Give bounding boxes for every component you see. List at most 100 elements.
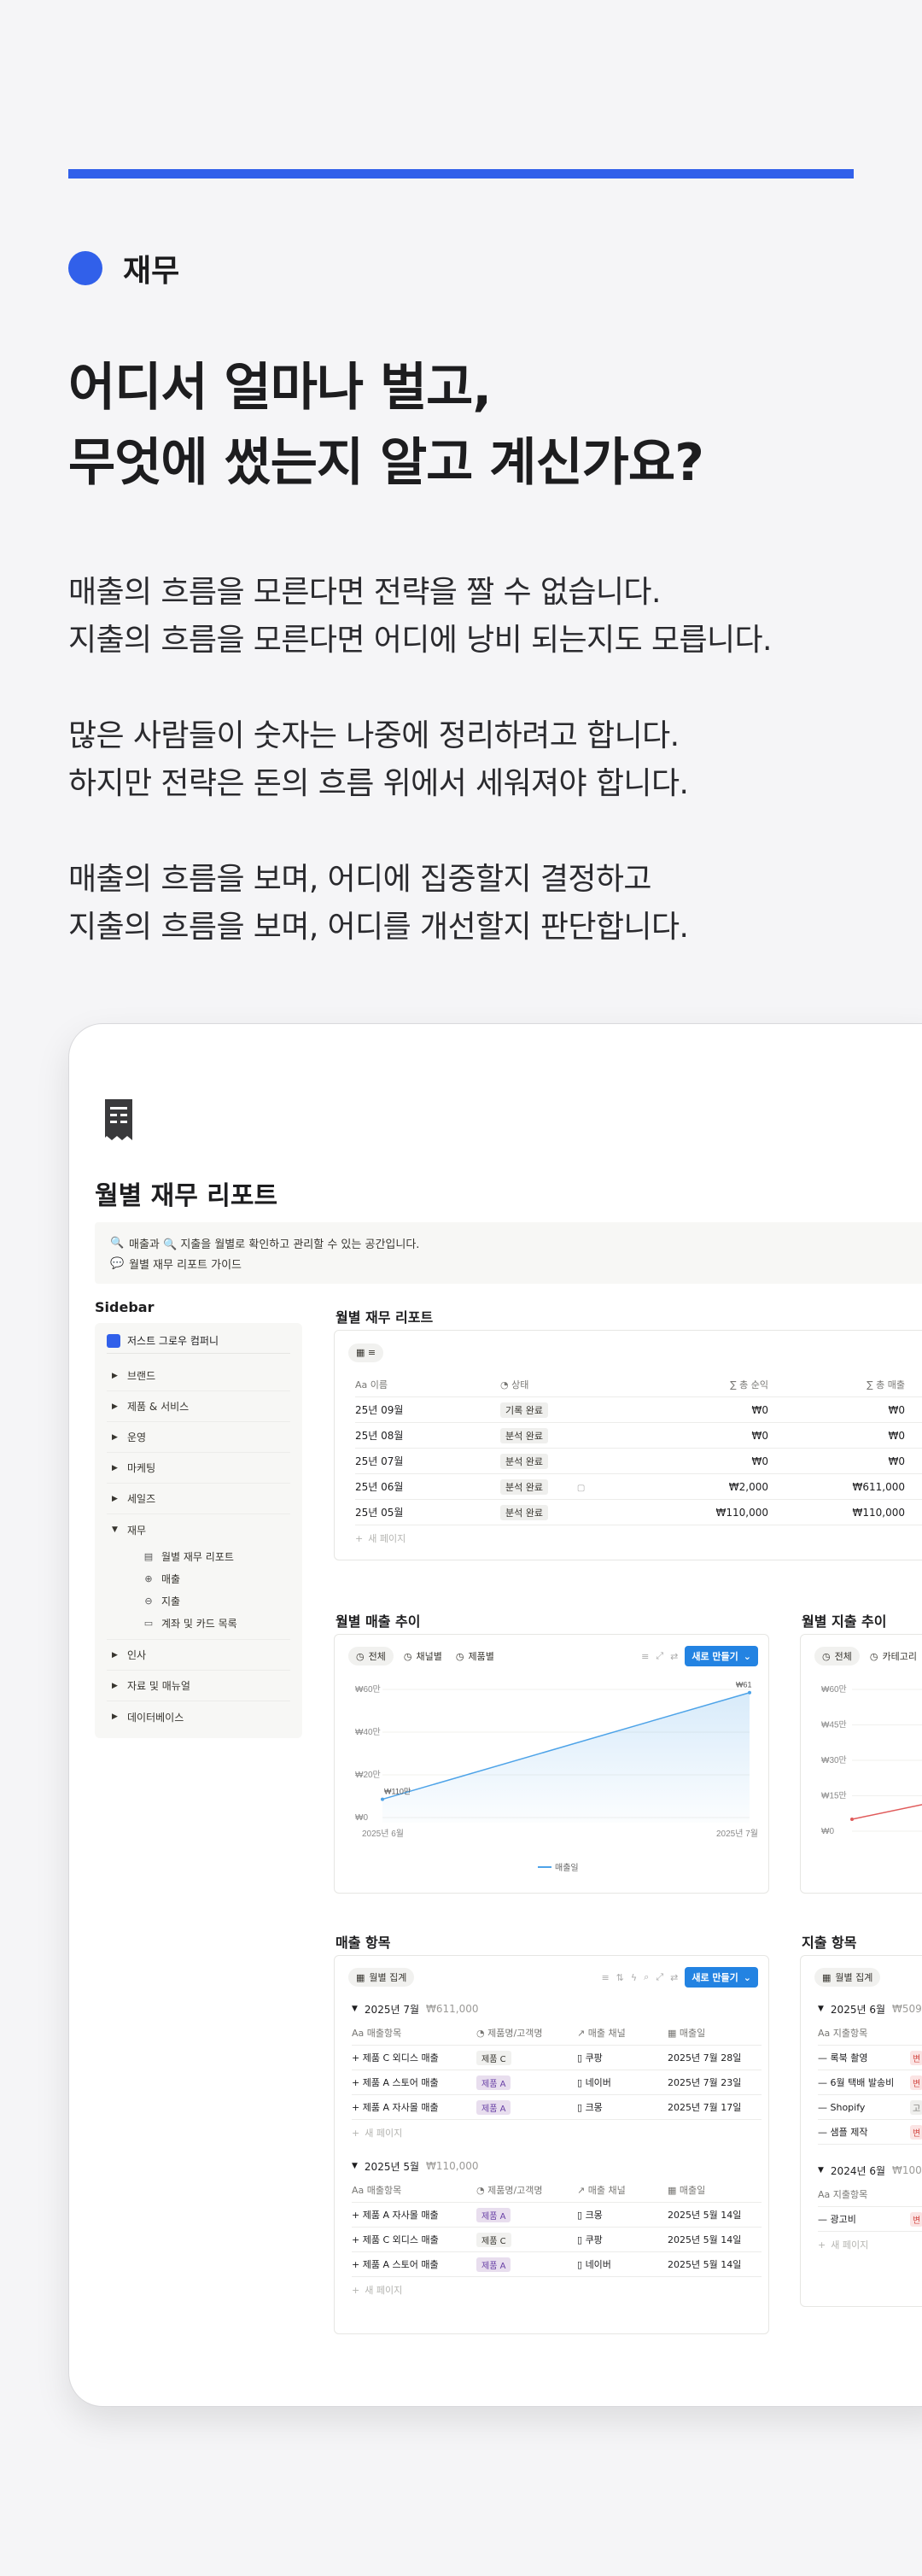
table-row[interactable]: 25년 09월 기록 완료 ₩0 ₩0	[355, 1397, 922, 1423]
tab-all[interactable]: ◷ 전체	[814, 1647, 860, 1666]
table-row[interactable]: + 제품 A 스토어 매출 제품 A ▯ 네이버 2025년 7월 23일	[352, 2070, 762, 2095]
group-header[interactable]: ▼ 2025년 6월 ₩509,0	[818, 1997, 922, 2021]
group-header[interactable]: ▼ 2024년 6월 ₩100,0	[818, 2158, 922, 2182]
filter-icon[interactable]: ≡	[641, 1651, 649, 1662]
view-monthly[interactable]: ▦ 월별 집계	[348, 1968, 415, 1987]
sidebar-item-sales[interactable]: ▶ 세일즈	[107, 1484, 290, 1514]
col-header-label: 매출 채널	[587, 2028, 626, 2039]
table-row[interactable]: — 광고비 변	[818, 2207, 922, 2232]
filter-icon[interactable]: ≡	[601, 1972, 609, 1983]
view-monthly[interactable]: ▦ 월별 집계	[814, 1968, 881, 1987]
tab-channel[interactable]: ◷ 채널별	[400, 1647, 446, 1666]
channel: 네이버	[585, 2259, 611, 2270]
paragraph-line: 많은 사람들이 숫자는 나중에 정리하려고 합니다.	[68, 718, 680, 753]
search-icon[interactable]: ⌕	[644, 1971, 649, 1983]
group-header[interactable]: ▼ 2025년 5월 ₩110,000	[352, 2154, 762, 2178]
sidebar-sub-label: 월별 재무 리포트	[161, 1550, 234, 1563]
sidebar-item-database[interactable]: ▶ 데이터베이스	[107, 1701, 290, 1732]
item-name: 제품 A 스토어 매출	[362, 2077, 439, 2088]
body-text: 매출의 흐름을 모른다면 전략을 짤 수 없습니다. 지출의 흐름을 모른다면 …	[68, 569, 772, 999]
sidebar-item-hr[interactable]: ▶ 인사	[107, 1640, 290, 1671]
view-label: 월별 집계	[835, 1972, 873, 1983]
sidebar-item-label: 재무	[127, 1524, 147, 1537]
sidebar-sub-monthly-report[interactable]: ▤ 월별 재무 리포트	[107, 1545, 290, 1567]
channel: 네이버	[585, 2077, 611, 2088]
comment-icon[interactable]: ▢	[577, 1484, 585, 1493]
col-header-label: 제품명/고객명	[487, 2185, 543, 2196]
sort-icon[interactable]: ⇅	[616, 1972, 624, 1983]
sidebar-item-products[interactable]: ▶ 제품 & 서비스	[107, 1391, 290, 1422]
table-row[interactable]: 25년 07월 분석 완료 ₩0 ₩0	[355, 1449, 922, 1474]
sidebar-company[interactable]: 저스트 그로우 컴퍼니	[107, 1333, 290, 1354]
date: 2025년 7월 28일	[668, 2052, 742, 2064]
table-row[interactable]: 25년 06월 분석 완료 ▢ ₩2,000 ₩611,000	[355, 1474, 922, 1500]
expense-items-card: ▦ 월별 집계 ▼2025년 6월₩509,0 Aa 지출항목 — 록북 촬영변…	[800, 1955, 922, 2307]
item-name: 제품 A 스토어 매출	[362, 2259, 439, 2270]
triangle-right-icon: ▶	[112, 1402, 118, 1411]
group-header[interactable]: ▼ 2025년 7월 ₩611,000	[352, 1997, 762, 2021]
new-button[interactable]: 새로 만들기 ⌄	[685, 1646, 758, 1666]
col-header-label: 지출항목	[832, 2028, 868, 2039]
category-tag: 변	[910, 2075, 922, 2090]
table-row[interactable]: + 제품 A 자사몰 매출 제품 A ▯ 크몽 2025년 5월 14일	[352, 2203, 762, 2228]
date: 2025년 7월 17일	[668, 2102, 742, 2113]
row-profit: ₩0	[751, 1455, 769, 1467]
y-tick-label: ₩40만	[355, 1727, 381, 1737]
col-header: ◔ 상태	[500, 1379, 529, 1390]
link-icon[interactable]: ⇄	[670, 1651, 678, 1662]
expense-items-title: 지출 항목	[802, 1935, 857, 1951]
link-icon[interactable]: ⇄	[670, 1972, 678, 1983]
new-page-button[interactable]: + 새 페이지	[352, 2277, 762, 2303]
channel: 쿠팡	[585, 2052, 603, 2064]
tab-label: 제품별	[468, 1651, 494, 1662]
new-page-button[interactable]: + 새 페이지	[818, 2232, 922, 2257]
table-row[interactable]: + 제품 C 외디스 매출 제품 C ▯ 쿠팡 2025년 5월 14일	[352, 2228, 762, 2252]
row-profit: ₩0	[751, 1403, 769, 1416]
sidebar-sub-revenue[interactable]: ⊕ 매출	[107, 1567, 290, 1590]
sidebar-sub-accounts[interactable]: ▭ 계좌 및 카드 목록	[107, 1612, 290, 1634]
plus-icon: +	[352, 2234, 360, 2245]
table-row[interactable]: — 6월 택배 발송비 변	[818, 2070, 922, 2095]
table-row[interactable]: + 제품 C 외디스 매출 제품 C ▯ 쿠팡 2025년 7월 28일	[352, 2046, 762, 2070]
sales-items-table: ▼ 2025년 7월 ₩611,000 Aa 매출항목 ◔ 제품명/고객명 ↗ 매출…	[352, 1997, 762, 2303]
expand-icon[interactable]: ⤢	[656, 1971, 663, 1983]
table-row[interactable]: — 록북 촬영 변	[818, 2046, 922, 2070]
sidebar-sub-expense[interactable]: ⊖ 지출	[107, 1590, 290, 1612]
receipt-icon: ▤	[143, 1550, 154, 1562]
table-row[interactable]: — 샘플 제작 변	[818, 2120, 922, 2145]
expense-items-table: ▼2025년 6월₩509,0 Aa 지출항목 — 록북 촬영변 — 6월 택배…	[818, 1997, 922, 2257]
sidebar-item-docs[interactable]: ▶ 자료 및 매뉴얼	[107, 1671, 290, 1701]
new-page-button[interactable]: + 새 페이지	[355, 1525, 922, 1551]
table-row[interactable]: 25년 08월 분석 완료 ₩0 ₩0	[355, 1423, 922, 1449]
new-page-button[interactable]: + 새 페이지	[352, 2120, 762, 2146]
lightning-icon[interactable]: ϟ	[631, 1972, 637, 1983]
sidebar-item-finance[interactable]: ▼ 재무	[107, 1514, 290, 1545]
category-tag: 변	[910, 2211, 922, 2227]
sidebar-item-operations[interactable]: ▶ 운영	[107, 1422, 290, 1453]
item-name: 록북 촬영	[830, 2052, 868, 2064]
table-row[interactable]: + 제품 A 자사몰 매출 제품 A ▯ 크몽 2025년 7월 17일	[352, 2095, 762, 2120]
tab-category[interactable]: ◷ 카테고리	[867, 1647, 920, 1666]
sales-items-toolbar: ▦ 월별 집계 ≡ ⇅ ϟ ⌕ ⤢ ⇄ 새로 만들기 ⌄	[348, 1964, 758, 1990]
sidebar-item-marketing[interactable]: ▶ 마케팅	[107, 1453, 290, 1484]
table-row[interactable]: 25년 05월 분석 완료 ₩110,000 ₩110,000	[355, 1500, 922, 1525]
sidebar-item-brand[interactable]: ▶ 브랜드	[107, 1361, 290, 1391]
expand-icon[interactable]: ⤢	[656, 1650, 663, 1662]
new-button[interactable]: 새로 만들기 ⌄	[685, 1967, 758, 1988]
expense-items-toolbar: ▦ 월별 집계	[814, 1964, 922, 1990]
expense-chart-card: ◷ 전체 ◷ 카테고리 ₩60만 ₩45만 ₩30만 ₩15만 ₩0	[800, 1634, 922, 1894]
expense-chart-toolbar: ◷ 전체 ◷ 카테고리	[814, 1643, 922, 1669]
tab-all[interactable]: ◷ 전체	[348, 1647, 394, 1666]
tab-product[interactable]: ◷ 제품별	[452, 1647, 498, 1666]
view-switch[interactable]: ▦ ≡	[348, 1343, 384, 1362]
row-name: 25년 07월	[355, 1455, 404, 1467]
row-name: 25년 05월	[355, 1507, 404, 1519]
row-profit: ₩110,000	[715, 1506, 769, 1519]
col-header-label: 총 순익	[739, 1379, 768, 1390]
guide-link[interactable]: 💬 월별 재무 리포트 가이드	[110, 1253, 922, 1273]
table-row[interactable]: + 제품 A 스토어 매출 제품 A ▯ 네이버 2025년 5월 14일	[352, 2252, 762, 2277]
x-tick-label: 2025년 6월	[362, 1829, 404, 1839]
table-row[interactable]: — Shopify 고	[818, 2095, 922, 2120]
sidebar-item-label: 세일즈	[127, 1493, 156, 1505]
row-name: 25년 06월	[355, 1481, 404, 1493]
